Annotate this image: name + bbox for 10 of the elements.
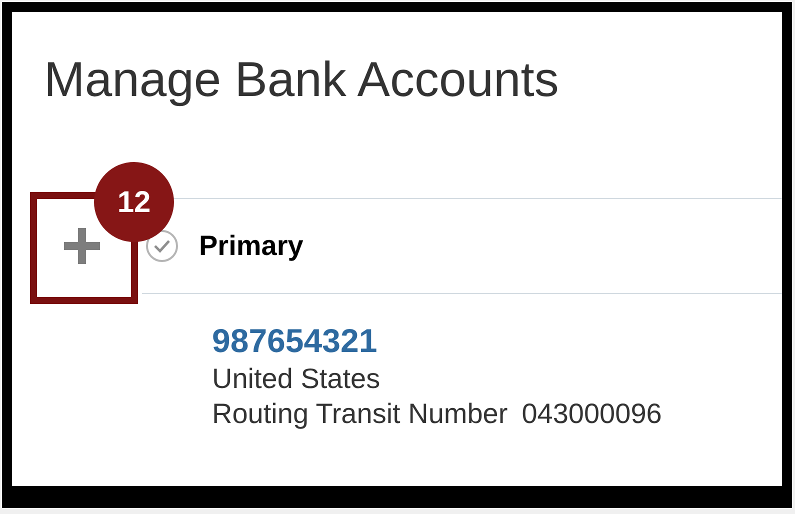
account-number-link[interactable]: 987654321 — [212, 320, 378, 362]
step-badge: 12 — [94, 162, 174, 242]
page-title: Manage Bank Accounts — [44, 56, 559, 105]
section-heading: Primary — [199, 229, 304, 263]
check-circle-icon — [145, 229, 179, 263]
country-text: United States — [212, 362, 380, 396]
plus-icon — [62, 226, 102, 266]
routing-number: 043000096 — [522, 397, 662, 432]
routing-label: Routing Transit Number — [212, 397, 508, 432]
add-button[interactable] — [62, 226, 102, 266]
